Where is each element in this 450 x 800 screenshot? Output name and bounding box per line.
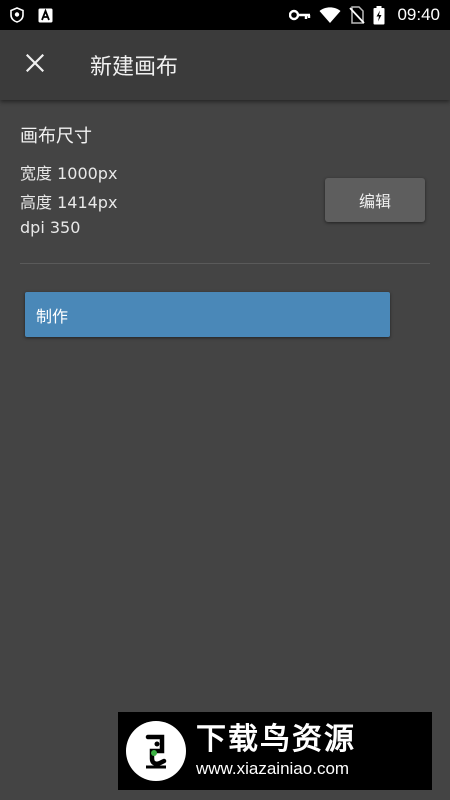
status-bar-left bbox=[10, 7, 53, 23]
status-bar: 09:40 bbox=[0, 0, 450, 30]
watermark-title: 下载鸟资源 bbox=[196, 722, 356, 757]
app-bar: 新建画布 bbox=[0, 30, 450, 100]
watermark-text: 下载鸟资源 www.xiazainiao.com bbox=[196, 722, 356, 780]
battery-charging-icon bbox=[373, 5, 385, 25]
canvas-size-heading: 画布尺寸 bbox=[20, 126, 92, 147]
bird-logo-icon bbox=[126, 721, 186, 781]
wifi-icon bbox=[319, 6, 341, 24]
status-time: 09:40 bbox=[397, 5, 440, 24]
close-icon bbox=[25, 53, 45, 76]
watermark-banner: 下载鸟资源 www.xiazainiao.com bbox=[118, 712, 432, 790]
watermark-url: www.xiazainiao.com bbox=[196, 759, 350, 778]
close-button[interactable] bbox=[17, 47, 53, 83]
shield-icon bbox=[10, 7, 24, 23]
page-title: 新建画布 bbox=[90, 55, 179, 80]
canvas-height-text: 高度 1414px bbox=[20, 193, 118, 212]
status-bar-right: 09:40 bbox=[289, 5, 440, 25]
key-icon bbox=[289, 8, 311, 22]
canvas-dpi-text: dpi 350 bbox=[20, 218, 81, 237]
divider bbox=[20, 263, 430, 264]
app-a-icon bbox=[38, 8, 53, 23]
make-button[interactable]: 制作 bbox=[25, 292, 390, 337]
main-content: 画布尺寸 宽度 1000px 高度 1414px dpi 350 编辑 制作 bbox=[0, 100, 450, 800]
canvas-width-text: 宽度 1000px bbox=[20, 164, 118, 183]
no-sim-icon bbox=[349, 6, 366, 24]
edit-button[interactable]: 编辑 bbox=[325, 178, 425, 222]
